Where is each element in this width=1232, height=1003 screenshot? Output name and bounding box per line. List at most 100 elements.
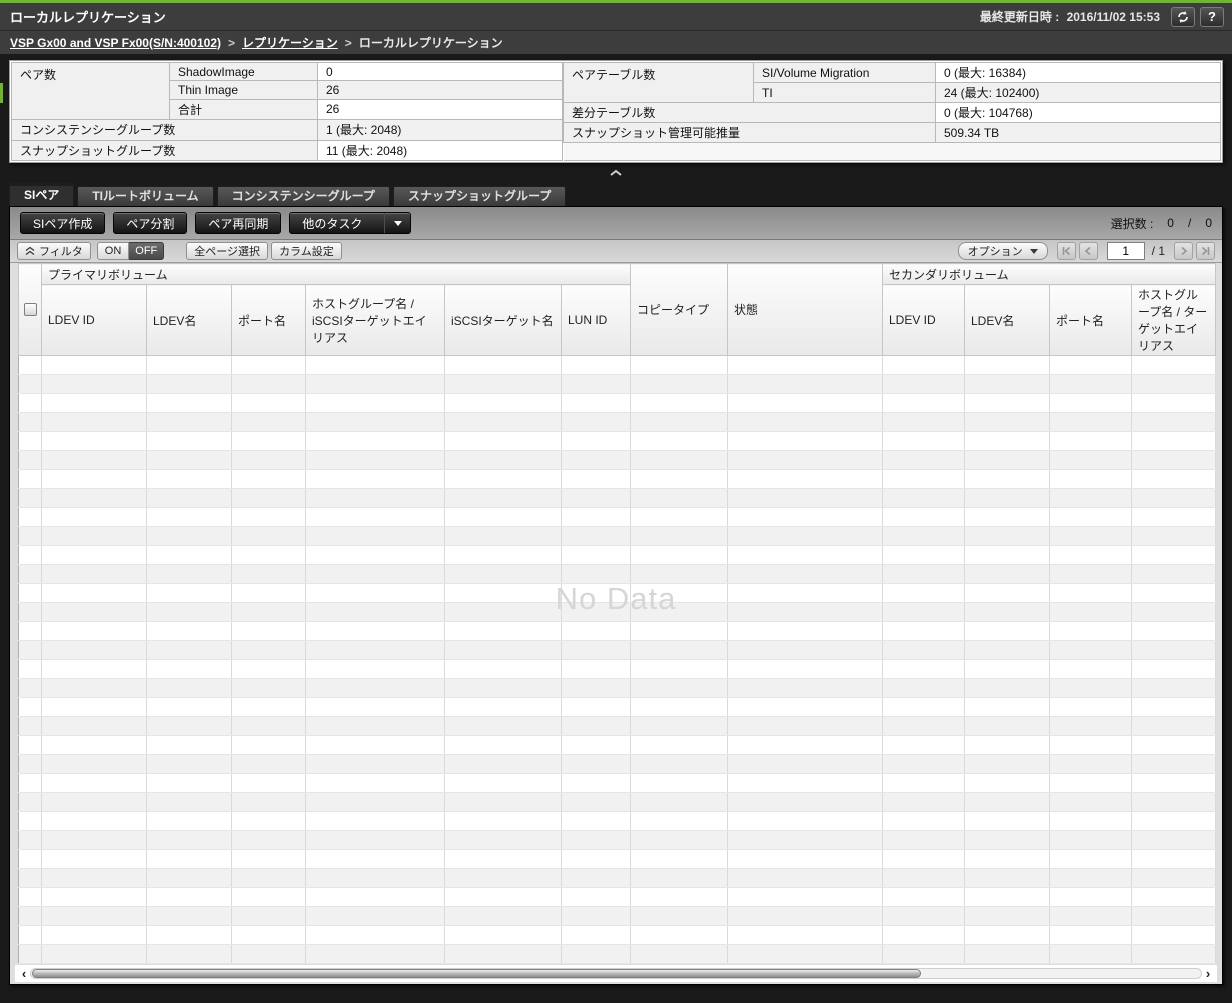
si-volume-migration-label: SI/Volume Migration <box>753 62 936 83</box>
table-row <box>18 602 1216 622</box>
title-bar: ローカルレプリケーション 最終更新日時 : 2016/11/02 15:53 ? <box>0 3 1232 30</box>
tab-consistency-group[interactable]: コンシステンシーグループ <box>216 186 390 206</box>
table-row <box>18 906 1216 926</box>
checkbox-column-header <box>18 263 42 356</box>
table-row <box>18 944 1216 964</box>
table-row <box>18 450 1216 470</box>
table-row <box>18 773 1216 793</box>
create-si-pair-button[interactable]: SIペア作成 <box>20 212 106 234</box>
summary-table-left: ペア数 ShadowImage 0 Thin Image 26 合計 26 コン… <box>11 61 563 162</box>
main-panel: SIペア作成 ペア分割 ペア再同期 他のタスク 選択数 : 0 / 0 フィルタ… <box>9 206 1223 985</box>
group-secondary-volume: セカンダリボリューム <box>882 263 1216 285</box>
thinimage-label: Thin Image <box>169 80 318 100</box>
ti-label: TI <box>753 82 936 103</box>
options-label: オプション <box>967 246 1023 258</box>
table-row <box>18 735 1216 755</box>
snapshot-capacity-value: 509.34 TB <box>935 122 1221 143</box>
table-row <box>18 640 1216 660</box>
filter-on-button[interactable]: ON <box>96 242 130 260</box>
next-page-icon <box>1178 246 1189 256</box>
shadowimage-value: 0 <box>317 61 563 82</box>
column-secondary-hostgroup[interactable]: ホストグループ名 / ターゲットエイリアス <box>1131 284 1216 356</box>
pair-total-value: 26 <box>317 98 563 121</box>
ti-value: 24 (最大: 102400) <box>935 82 1221 103</box>
scroll-right-icon[interactable]: › <box>1202 966 1214 981</box>
diff-table-count-value: 0 (最大: 104768) <box>935 102 1221 123</box>
column-secondary-port-name[interactable]: ポート名 <box>1049 284 1132 356</box>
diff-table-count-label: 差分テーブル数 <box>563 102 936 123</box>
scrollbar-thumb[interactable] <box>32 969 922 978</box>
tab-snapshot-group[interactable]: スナップショットグループ <box>392 186 567 206</box>
table-row <box>18 507 1216 527</box>
next-page-button[interactable] <box>1174 242 1193 260</box>
pair-total-label: 合計 <box>169 98 318 121</box>
column-status[interactable]: 状態 <box>727 263 883 356</box>
last-updated: 最終更新日時 : 2016/11/02 15:53 <box>980 8 1160 25</box>
scrollbar-track[interactable] <box>30 968 1202 979</box>
resync-pair-button[interactable]: ペア再同期 <box>195 212 282 234</box>
breadcrumb: VSP Gx00 and VSP Fx00(S/N:400102) > レプリケ… <box>0 30 1232 54</box>
snapshot-group-count-label: スナップショットグループ数 <box>11 139 318 162</box>
table-row <box>18 716 1216 736</box>
scroll-left-icon[interactable]: ‹ <box>18 966 30 981</box>
select-all-checkbox[interactable] <box>23 303 37 316</box>
table-row <box>18 583 1216 603</box>
pair-count-label: ペア数 <box>11 61 170 121</box>
page-number-input[interactable] <box>1106 242 1145 260</box>
table-row <box>18 887 1216 907</box>
selection-current: 0 <box>1167 216 1174 230</box>
chevron-down-icon <box>393 220 402 226</box>
column-settings-button[interactable]: カラム設定 <box>271 242 342 260</box>
column-primary-hostgroup[interactable]: ホストグループ名 / iSCSIターゲットエイリアス <box>305 284 445 356</box>
help-button[interactable]: ? <box>1200 6 1224 27</box>
column-primary-ldev-name[interactable]: LDEV名 <box>146 284 232 356</box>
column-secondary-ldev-id[interactable]: LDEV ID <box>882 284 965 356</box>
prev-page-button[interactable] <box>1078 242 1098 260</box>
column-primary-ldev-id[interactable]: LDEV ID <box>41 284 147 356</box>
filter-icon <box>25 246 35 256</box>
table-row <box>18 678 1216 698</box>
left-edge-accent <box>0 83 3 103</box>
breadcrumb-separator: > <box>344 35 352 50</box>
refresh-button[interactable] <box>1171 6 1195 27</box>
page-total-label: / 1 <box>1151 244 1165 258</box>
column-secondary-ldev-name[interactable]: LDEV名 <box>964 284 1050 356</box>
filter-button[interactable]: フィルタ <box>17 242 91 260</box>
pair-grid: プライマリボリューム コピータイプ 状態 セカンダリボリューム LDEV ID … <box>18 263 1216 964</box>
filter-off-button[interactable]: OFF <box>129 242 165 260</box>
thinimage-value: 26 <box>317 80 563 100</box>
more-tasks-button[interactable]: 他のタスク <box>289 212 412 234</box>
more-tasks-dropdown[interactable] <box>384 213 410 233</box>
column-copy-type[interactable]: コピータイプ <box>630 263 728 356</box>
table-row <box>18 811 1216 831</box>
first-page-icon <box>1061 246 1072 256</box>
summary-empty-cell <box>563 142 1221 161</box>
selection-count: 選択数 : 0 / 0 <box>1111 215 1212 232</box>
tab-ti-root-volume[interactable]: TIルートボリューム <box>77 186 214 206</box>
column-primary-iscsi-target[interactable]: iSCSIターゲット名 <box>444 284 562 356</box>
column-primary-lun-id[interactable]: LUN ID <box>561 284 631 356</box>
collapse-summary-button[interactable] <box>609 169 623 177</box>
column-primary-port-name[interactable]: ポート名 <box>231 284 306 356</box>
last-page-button[interactable] <box>1196 242 1215 260</box>
split-pair-button[interactable]: ペア分割 <box>113 212 188 234</box>
breadcrumb-separator: > <box>228 35 236 50</box>
breadcrumb-link-replication[interactable]: レプリケーション <box>242 34 338 51</box>
toolbar: SIペア作成 ペア分割 ペア再同期 他のタスク 選択数 : 0 / 0 <box>10 207 1222 240</box>
consistency-group-count-label: コンシステンシーグループ数 <box>11 119 318 141</box>
breadcrumb-link-storage-system[interactable]: VSP Gx00 and VSP Fx00(S/N:400102) <box>10 36 221 50</box>
select-all-pages-button[interactable]: 全ページ選択 <box>186 242 269 260</box>
summary-panel: ペア数 ShadowImage 0 Thin Image 26 合計 26 コン… <box>9 60 1223 163</box>
options-button[interactable]: オプション <box>957 242 1048 260</box>
snapshot-capacity-label: スナップショット管理可能推量 <box>563 122 936 143</box>
consistency-group-count-value: 1 (最大: 2048) <box>317 119 563 141</box>
si-volume-migration-value: 0 (最大: 16384) <box>935 62 1221 83</box>
local-replication-page: ローカルレプリケーション 最終更新日時 : 2016/11/02 15:53 ? <box>0 0 1232 1003</box>
table-row <box>18 830 1216 850</box>
first-page-button[interactable] <box>1056 242 1076 260</box>
selection-total: 0 <box>1205 216 1212 230</box>
last-updated-value: 2016/11/02 15:53 <box>1066 10 1160 24</box>
pager: オプション / 1 <box>957 242 1215 260</box>
group-primary-volume: プライマリボリューム <box>41 263 631 285</box>
tab-si-pair[interactable]: SIペア <box>9 183 75 206</box>
